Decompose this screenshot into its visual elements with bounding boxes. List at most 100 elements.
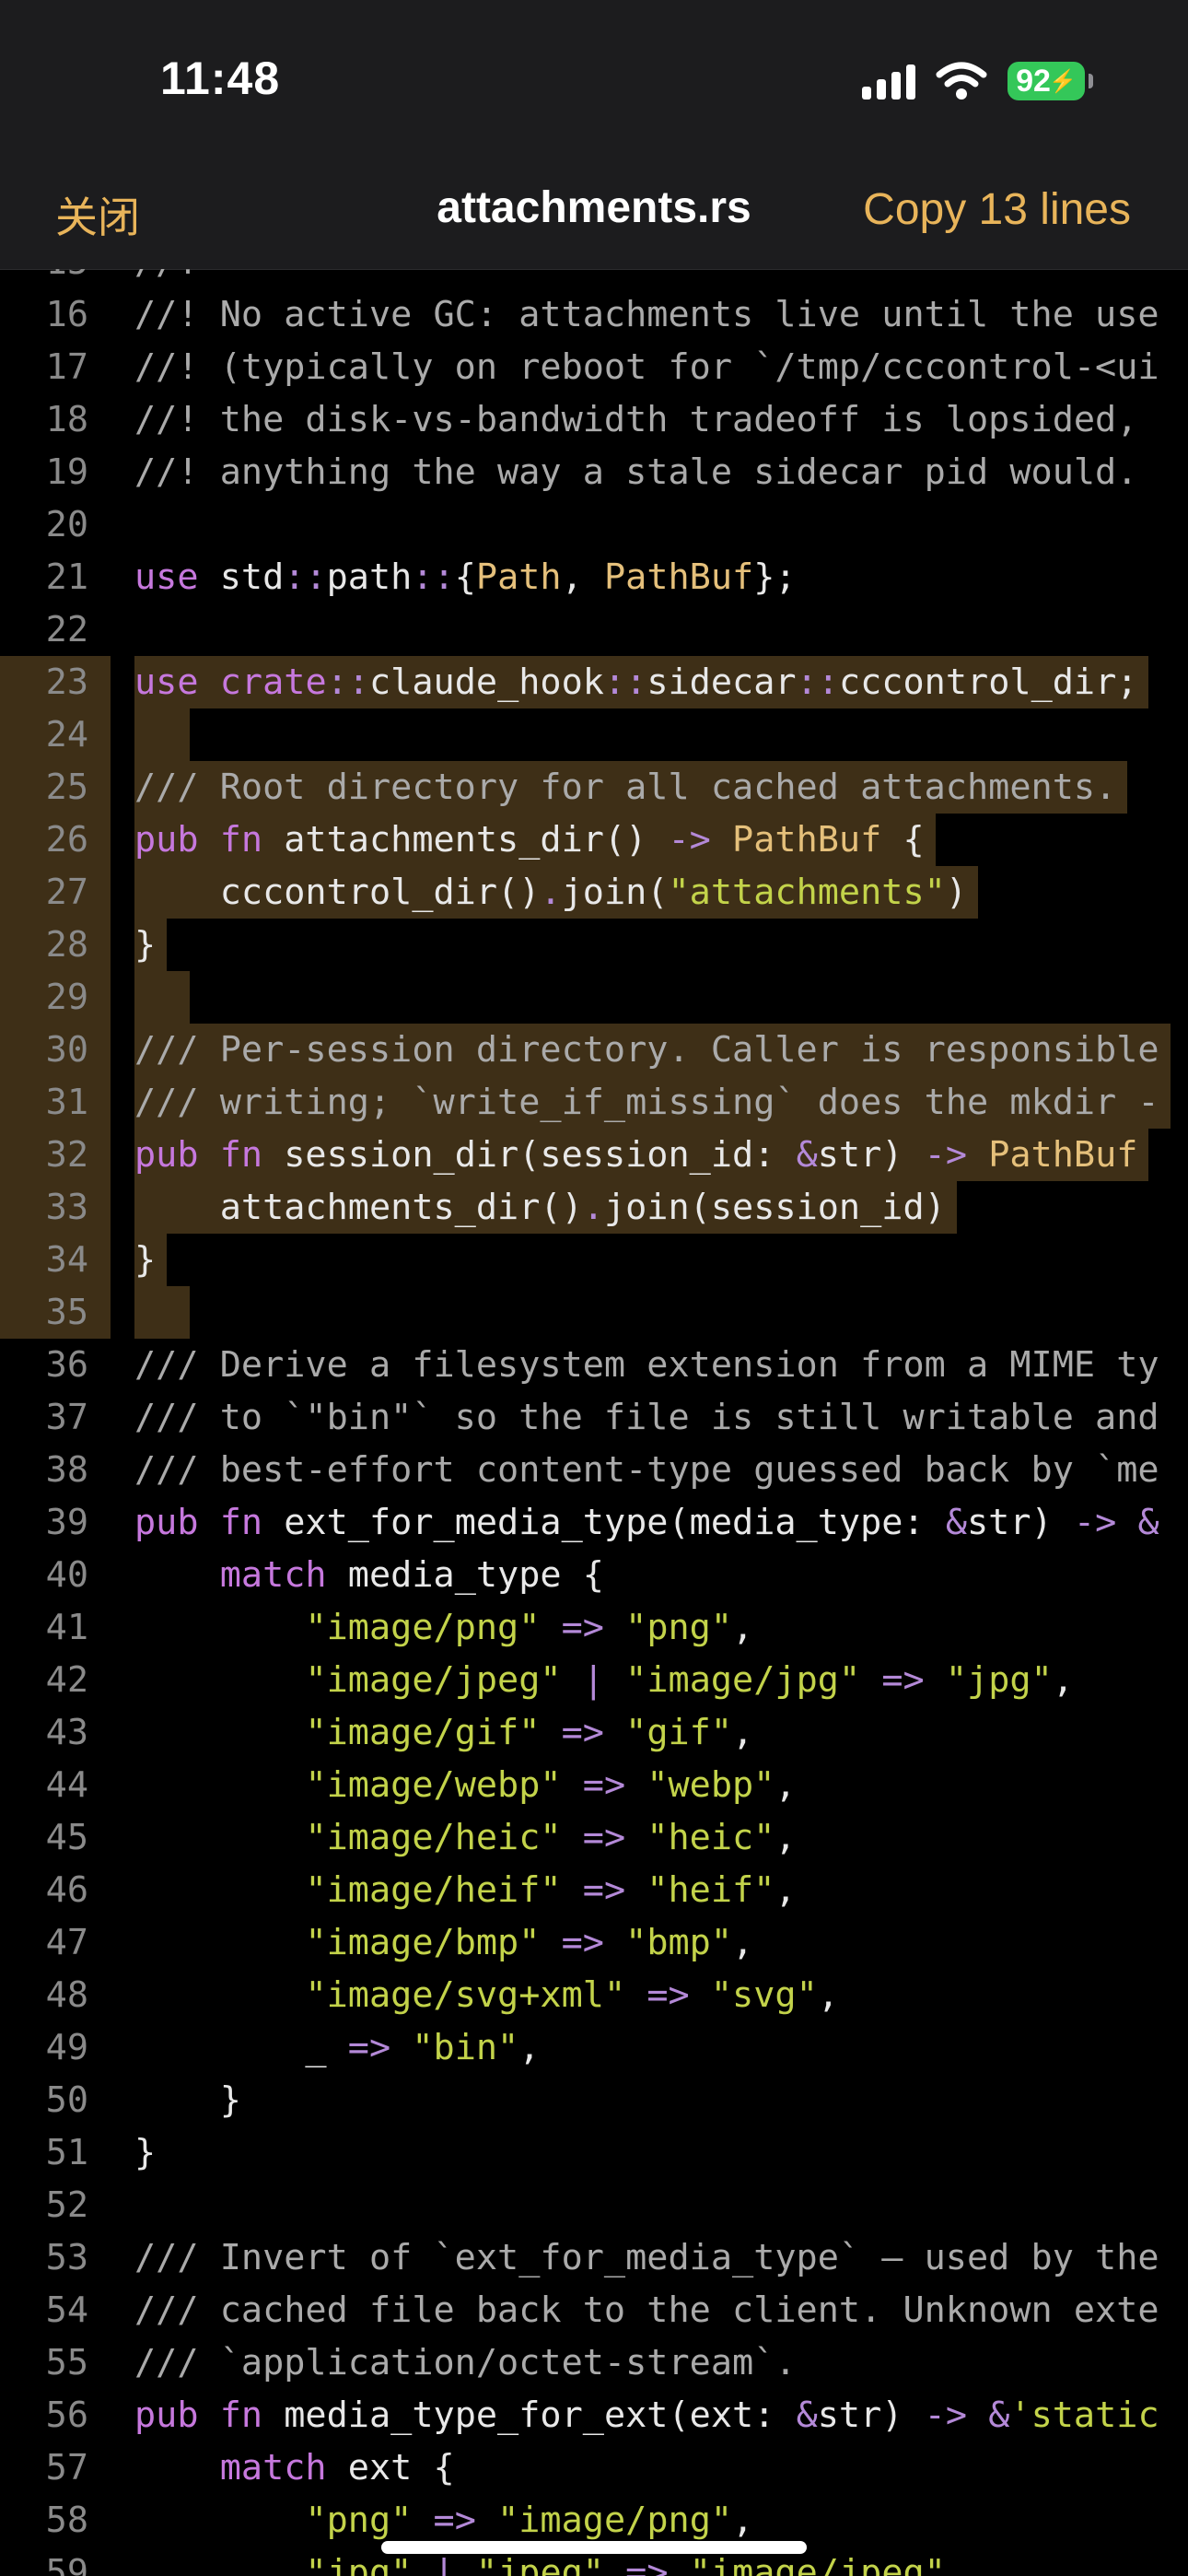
- code-line[interactable]: 20: [0, 498, 1188, 551]
- code-token: &: [796, 2395, 818, 2436]
- code-token: "image/heif": [305, 1869, 562, 1911]
- line-number: 51: [45, 2132, 88, 2173]
- code-line[interactable]: 55 /// `application/octet-stream`.: [0, 2336, 1188, 2389]
- code-line[interactable]: 52: [0, 2179, 1188, 2231]
- close-button[interactable]: 关闭: [55, 184, 140, 245]
- code-token: "image/heic": [305, 1817, 562, 1858]
- code-line[interactable]: 50 }: [0, 2074, 1188, 2126]
- line-number: 46: [45, 1869, 88, 1911]
- code-token: &: [796, 1134, 818, 1176]
- code-line[interactable]: 16 //! No active GC: attachments live unt…: [0, 288, 1188, 341]
- code-token: //! anything the way a stale sidecar pid…: [134, 451, 1138, 493]
- code-token: /// Derive a filesystem extension from a…: [134, 1344, 1159, 1386]
- code-line[interactable]: 30 /// Per-session directory. Caller is r…: [0, 1024, 1188, 1076]
- code-line[interactable]: 57 match ext {: [0, 2441, 1188, 2494]
- line-number: 32: [0, 1129, 111, 1181]
- code-line[interactable]: 23 use crate::claude_hook::sidecar::cccon…: [0, 656, 1188, 708]
- code-token: pub fn: [134, 819, 263, 861]
- code-line[interactable]: 36 /// Derive a filesystem extension from…: [0, 1339, 1188, 1391]
- code-token: ->: [924, 1134, 968, 1176]
- charging-bolt-icon: ⚡: [1048, 68, 1077, 94]
- code-line[interactable]: 39 pub fn ext_for_media_type(media_type: …: [0, 1496, 1188, 1549]
- code-line[interactable]: 47 "image/bmp" => "bmp",: [0, 1916, 1188, 1969]
- code-line[interactable]: 48 "image/svg+xml" => "svg",: [0, 1969, 1188, 2021]
- code-token: =>: [433, 2500, 476, 2541]
- code-line[interactable]: 21 use std::path::{Path, PathBuf};: [0, 551, 1188, 603]
- code-line[interactable]: 40 match media_type {: [0, 1549, 1188, 1601]
- code-line[interactable]: 33 attachments_dir().join(session_id): [0, 1181, 1188, 1234]
- code-token: media_type {: [326, 1554, 604, 1596]
- copy-lines-button[interactable]: Copy 13 lines: [863, 184, 1131, 235]
- code-line[interactable]: 42 "image/jpeg" | "image/jpg" => "jpg",: [0, 1654, 1188, 1706]
- code-token: cccontrol_dir(): [134, 872, 541, 913]
- code-line[interactable]: 58 "png" => "image/png",: [0, 2494, 1188, 2547]
- code-line[interactable]: 22: [0, 603, 1188, 656]
- code-token: "image/jpeg": [305, 1659, 562, 1701]
- status-time: 11:48: [160, 53, 281, 104]
- code-line[interactable]: 38 /// best-effort content-type guessed b…: [0, 1444, 1188, 1496]
- line-source: }: [134, 919, 168, 971]
- code-token: /// Invert of `ext_for_media_type` — use…: [134, 2237, 1159, 2278]
- line-number: 16: [45, 294, 88, 335]
- line-number: 50: [45, 2079, 88, 2121]
- code-line[interactable]: 15 //!: [0, 269, 1188, 288]
- code-token: "jpg": [305, 2552, 413, 2576]
- code-line[interactable]: 18 //! the disk-vs-bandwidth tradeoff is …: [0, 393, 1188, 446]
- code-token: =>: [561, 1607, 604, 1648]
- code-line[interactable]: 54 /// cached file back to the client. Un…: [0, 2284, 1188, 2336]
- code-line[interactable]: 34}: [0, 1234, 1188, 1286]
- code-line[interactable]: 25 /// Root directory for all cached atta…: [0, 761, 1188, 814]
- code-token: /// Per-session directory. Caller is res…: [134, 1029, 1159, 1071]
- code-line[interactable]: 43 "image/gif" => "gif",: [0, 1706, 1188, 1759]
- code-line[interactable]: 49 _ => "bin",: [0, 2021, 1188, 2074]
- code-token: path: [326, 556, 413, 598]
- line-source: "png" => "image/png",: [134, 2494, 753, 2547]
- code-token: //! (typically on reboot for `/tmp/cccon…: [134, 346, 1159, 388]
- code-line[interactable]: 51}: [0, 2126, 1188, 2179]
- status-icons: 92 ⚡: [862, 59, 1093, 103]
- code-line[interactable]: 19 //! anything the way a stale sidecar p…: [0, 446, 1188, 498]
- line-number: 42: [45, 1659, 88, 1701]
- code-line[interactable]: 37 /// to `"bin"` so the file is still wr…: [0, 1391, 1188, 1444]
- code-token: /// writing; `write_if_missing` does the…: [134, 1082, 1159, 1123]
- line-number: 44: [45, 1764, 88, 1806]
- code-line[interactable]: 29: [0, 971, 1188, 1024]
- code-line[interactable]: 28}: [0, 919, 1188, 971]
- code-token: ::: [796, 662, 839, 703]
- code-line[interactable]: 45 "image/heic" => "heic",: [0, 1811, 1188, 1864]
- code-line[interactable]: 53 /// Invert of `ext_for_media_type` — u…: [0, 2231, 1188, 2284]
- line-source: /// cached file back to the client. Unkn…: [134, 2284, 1159, 2336]
- code-line[interactable]: 44 "image/webp" => "webp",: [0, 1759, 1188, 1811]
- code-line[interactable]: 31 /// writing; `write_if_missing` does t…: [0, 1076, 1188, 1129]
- code-line[interactable]: 56 pub fn media_type_for_ext(ext: &str) -…: [0, 2389, 1188, 2441]
- code-line[interactable]: 35: [0, 1286, 1188, 1339]
- code-viewer[interactable]: 15 //! 16 //! No active GC: attachments liv…: [0, 269, 1188, 2576]
- line-source: attachments_dir().join(session_id): [134, 1181, 957, 1234]
- code-token: match: [219, 1554, 327, 1596]
- battery-icon: 92 ⚡: [1007, 62, 1093, 100]
- code-line[interactable]: 17 //! (typically on reboot for `/tmp/ccc…: [0, 341, 1188, 393]
- code-line[interactable]: 26 pub fn attachments_dir() -> PathBuf {: [0, 814, 1188, 866]
- line-number: 40: [45, 1554, 88, 1596]
- code-token: };: [753, 556, 797, 598]
- code-line[interactable]: 46 "image/heif" => "heif",: [0, 1864, 1188, 1916]
- code-token: PathBuf: [988, 1134, 1138, 1176]
- code-token: str): [817, 2395, 925, 2436]
- code-token: "bmp": [625, 1922, 733, 1963]
- home-indicator[interactable]: [381, 2541, 807, 2554]
- code-line[interactable]: 27 cccontrol_dir().join("attachments"): [0, 866, 1188, 919]
- line-number: 18: [45, 399, 88, 440]
- code-line[interactable]: 41 "image/png" => "png",: [0, 1601, 1188, 1654]
- code-line[interactable]: 24: [0, 708, 1188, 761]
- code-line[interactable]: 32 pub fn session_dir(session_id: &str) -…: [0, 1129, 1188, 1181]
